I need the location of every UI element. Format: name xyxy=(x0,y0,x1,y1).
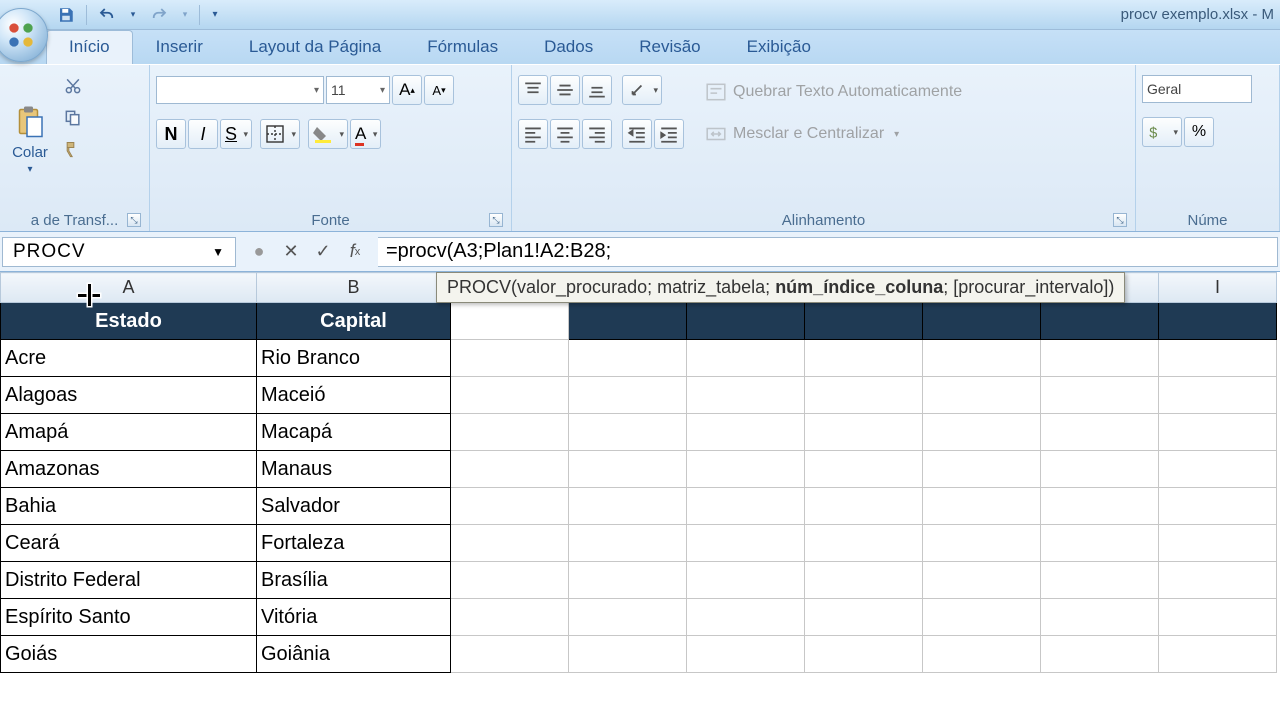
merge-center-label: Mesclar e Centralizar xyxy=(733,125,884,143)
table-row[interactable]: AlagoasMaceió xyxy=(1,377,1277,414)
table-row[interactable]: AmapáMacapá xyxy=(1,414,1277,451)
table-row[interactable]: AcreRio Branco xyxy=(1,340,1277,377)
launcher-icon[interactable]: ⤡ xyxy=(489,213,503,227)
qat-customize-icon[interactable]: ▾ xyxy=(208,4,222,26)
shrink-font-button[interactable]: A▾ xyxy=(424,75,454,105)
undo-icon[interactable] xyxy=(95,4,119,26)
cell-cursor-icon xyxy=(78,284,100,306)
table-row[interactable]: GoiásGoiânia xyxy=(1,636,1277,673)
copy-icon[interactable] xyxy=(60,105,86,131)
align-middle-button[interactable] xyxy=(550,75,580,105)
table-row[interactable]: Espírito SantoVitória xyxy=(1,599,1277,636)
borders-button[interactable] xyxy=(260,119,300,149)
header-estado[interactable]: Estado xyxy=(1,303,257,340)
bold-button[interactable]: N xyxy=(156,119,186,149)
underline-button[interactable]: S xyxy=(220,119,252,149)
fill-color-button[interactable] xyxy=(308,119,348,149)
title-bar: ▾ ▾ ▾ procv exemplo.xlsx - M xyxy=(0,0,1280,30)
office-button[interactable] xyxy=(0,8,48,62)
align-center-button[interactable] xyxy=(550,119,580,149)
formula-text: =procv(A3;Plan1!A2:B28; xyxy=(386,240,611,263)
merge-center-button[interactable]: Mesclar e Centralizar ▾ xyxy=(694,119,973,149)
group-number-label: Núme xyxy=(1142,210,1273,229)
group-clipboard-label: a de Transf...⤡ xyxy=(6,210,143,229)
table-row[interactable]: AmazonasManaus xyxy=(1,451,1277,488)
redo-dropdown-icon[interactable]: ▾ xyxy=(179,4,191,26)
tab-inicio[interactable]: Início xyxy=(46,30,133,64)
font-size-value: 11 xyxy=(331,82,346,98)
font-color-button[interactable]: A xyxy=(350,119,381,149)
tab-formulas[interactable]: Fórmulas xyxy=(404,30,521,64)
grow-font-button[interactable]: A▴ xyxy=(392,75,422,105)
name-box-value: PROCV xyxy=(13,241,86,263)
align-top-button[interactable] xyxy=(518,75,548,105)
currency-button[interactable]: $ xyxy=(1142,117,1182,147)
tab-inserir[interactable]: Inserir xyxy=(133,30,226,64)
ribbon: Colar ▾ a de Transf...⤡ ▾ 11▾ A▴ A▾ N I … xyxy=(0,64,1280,232)
formula-bar: PROCV ▼ ● ✕ ✓ fx =procv(A3;Plan1!A2:B28; xyxy=(0,232,1280,272)
ribbon-tabs: Início Inserir Layout da Página Fórmulas… xyxy=(0,30,1280,64)
paste-label: Colar xyxy=(12,144,48,161)
tooltip-fn: PROCV xyxy=(447,277,511,297)
save-icon[interactable] xyxy=(54,4,78,26)
cut-icon[interactable] xyxy=(60,73,86,99)
wrap-text-button[interactable]: Quebrar Texto Automaticamente xyxy=(694,77,973,107)
cancel-formula-icon[interactable]: ● xyxy=(246,239,272,265)
function-tooltip[interactable]: PROCV(valor_procurado; matriz_tabela; nú… xyxy=(436,272,1125,303)
orientation-button[interactable] xyxy=(622,75,662,105)
enter-icon[interactable]: ✓ xyxy=(310,239,336,265)
tab-dados[interactable]: Dados xyxy=(521,30,616,64)
table-row[interactable]: BahiaSalvador xyxy=(1,488,1277,525)
separator xyxy=(86,5,87,25)
table-row[interactable]: CearáFortaleza xyxy=(1,525,1277,562)
tab-revisao[interactable]: Revisão xyxy=(616,30,723,64)
separator xyxy=(199,5,200,25)
number-format-value: Geral xyxy=(1147,81,1181,97)
italic-button[interactable]: I xyxy=(188,119,218,149)
svg-text:$: $ xyxy=(1149,126,1157,142)
align-right-button[interactable] xyxy=(582,119,612,149)
increase-indent-button[interactable] xyxy=(654,119,684,149)
name-box[interactable]: PROCV ▼ xyxy=(2,237,236,267)
col-header-b[interactable]: B xyxy=(257,273,451,303)
col-header-i[interactable]: I xyxy=(1159,273,1277,303)
window-title: procv exemplo.xlsx - M xyxy=(1121,6,1274,23)
font-size-combo[interactable]: 11▾ xyxy=(326,76,390,104)
sheet-table: A B C D E F G H I Estado Capital AcreRio… xyxy=(0,272,1277,673)
cancel-icon[interactable]: ✕ xyxy=(278,239,304,265)
table-header-row[interactable]: Estado Capital xyxy=(1,303,1277,340)
group-alignment-label: Alinhamento⤡ xyxy=(518,210,1129,229)
paste-icon xyxy=(12,105,48,141)
group-font: ▾ 11▾ A▴ A▾ N I S A Fonte⤡ xyxy=(150,65,512,231)
header-capital[interactable]: Capital xyxy=(257,303,451,340)
font-name-combo[interactable]: ▾ xyxy=(156,76,324,104)
chevron-down-icon[interactable]: ▼ xyxy=(212,245,225,259)
redo-icon[interactable] xyxy=(147,4,171,26)
number-format-combo[interactable]: Geral xyxy=(1142,75,1252,103)
launcher-icon[interactable]: ⤡ xyxy=(127,213,141,227)
tab-layout[interactable]: Layout da Página xyxy=(226,30,404,64)
wrap-text-label: Quebrar Texto Automaticamente xyxy=(733,83,962,101)
tab-exibicao[interactable]: Exibição xyxy=(724,30,834,64)
fx-icon[interactable]: fx xyxy=(342,239,368,265)
align-left-button[interactable] xyxy=(518,119,548,149)
align-bottom-button[interactable] xyxy=(582,75,612,105)
undo-dropdown-icon[interactable]: ▾ xyxy=(127,4,139,26)
group-font-label: Fonte⤡ xyxy=(156,210,505,229)
percent-button[interactable]: % xyxy=(1184,117,1214,147)
decrease-indent-button[interactable] xyxy=(622,119,652,149)
launcher-icon[interactable]: ⤡ xyxy=(1113,213,1127,227)
table-row[interactable]: Distrito FederalBrasília xyxy=(1,562,1277,599)
group-alignment: Quebrar Texto Automaticamente Mesclar e … xyxy=(512,65,1136,231)
group-number: Geral $ % Núme xyxy=(1136,65,1280,231)
group-clipboard: Colar ▾ a de Transf...⤡ xyxy=(0,65,150,231)
col-header-a[interactable]: A xyxy=(1,273,257,303)
worksheet-grid[interactable]: A B C D E F G H I Estado Capital AcreRio… xyxy=(0,272,1280,720)
formula-input[interactable]: =procv(A3;Plan1!A2:B28; xyxy=(378,237,1278,267)
format-painter-icon[interactable] xyxy=(60,137,86,163)
paste-button[interactable]: Colar ▾ xyxy=(6,69,54,210)
